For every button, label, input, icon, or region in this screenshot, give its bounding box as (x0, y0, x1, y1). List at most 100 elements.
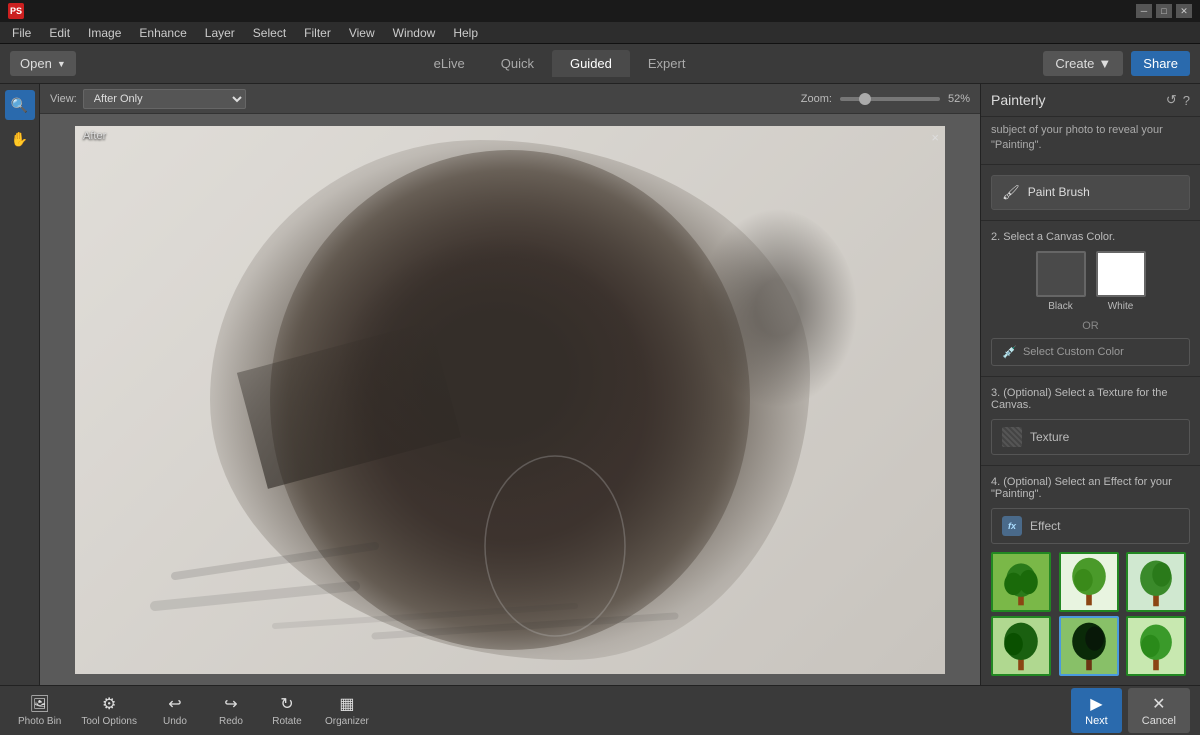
bottom-tools: 🖼 Photo Bin ⚙ Tool Options ↩ Undo ↪ Redo… (10, 690, 377, 731)
black-color-swatch[interactable] (1036, 251, 1086, 297)
tool-options-label: Tool Options (81, 716, 137, 727)
share-button[interactable]: Share (1131, 51, 1190, 76)
rotate-button[interactable]: ↻ Rotate (261, 690, 313, 731)
panel-description: subject of your photo to reveal your "Pa… (981, 117, 1200, 165)
panel-refresh-icon[interactable]: ↺ (1166, 92, 1177, 108)
color-swatches: Black White (991, 251, 1190, 312)
canvas-top-bar: View: After Only Before Only Before & Af… (40, 84, 980, 114)
texture-button[interactable]: Texture (991, 419, 1190, 455)
undo-label: Undo (163, 716, 187, 727)
texture-icon (1002, 427, 1022, 447)
photo-bin-icon: 🖼 (30, 694, 50, 714)
next-icon: ▶ (1090, 694, 1102, 714)
custom-color-label: Select Custom Color (1023, 346, 1124, 358)
white-color-swatch[interactable] (1096, 251, 1146, 297)
texture-section: 3. (Optional) Select a Texture for the C… (981, 377, 1200, 466)
effect-thumbnails (991, 552, 1190, 676)
zoom-wrap: Zoom: 52% (801, 93, 970, 105)
menu-bar: File Edit Image Enhance Layer Select Fil… (0, 22, 1200, 44)
canvas-close-icon[interactable]: × (931, 130, 939, 145)
menu-window[interactable]: Window (385, 24, 444, 42)
organizer-icon: ▦ (339, 694, 354, 714)
tab-guided[interactable]: Guided (552, 50, 630, 77)
tree-svg-2 (1061, 554, 1117, 610)
black-label: Black (1048, 301, 1072, 312)
zoom-slider[interactable] (840, 97, 940, 101)
view-select[interactable]: After Only Before Only Before & After (H… (83, 89, 246, 109)
menu-enhance[interactable]: Enhance (131, 24, 194, 42)
photo-bin-button[interactable]: 🖼 Photo Bin (10, 690, 69, 731)
effect-thumb-1[interactable] (991, 552, 1051, 612)
eyedropper-icon: 💉 (1002, 345, 1017, 359)
effect-thumb-2[interactable] (1059, 552, 1119, 612)
redo-icon: ↪ (224, 694, 237, 714)
minimize-button[interactable]: ─ (1136, 4, 1152, 18)
view-label: View: (50, 93, 77, 105)
maximize-button[interactable]: □ (1156, 4, 1172, 18)
toolbar-right: Create ▼ Share (1043, 51, 1190, 76)
panel-help-icon[interactable]: ? (1183, 93, 1190, 108)
paint-brush-button[interactable]: 🖌 Paint Brush (991, 175, 1190, 210)
tree-svg-3 (1128, 554, 1184, 610)
effect-thumb-3[interactable] (1126, 552, 1186, 612)
canvas-wrap: After × (40, 114, 980, 685)
effect-thumb-4[interactable] (991, 616, 1051, 676)
effect-thumb-6[interactable] (1126, 616, 1186, 676)
view-select-wrap: View: After Only Before Only Before & Af… (50, 89, 246, 109)
tab-expert[interactable]: Expert (630, 50, 704, 77)
next-label: Next (1085, 715, 1108, 727)
texture-label: Texture (1030, 430, 1069, 444)
tab-elive[interactable]: eLive (416, 50, 483, 77)
menu-select[interactable]: Select (245, 24, 294, 42)
effect-button[interactable]: fx Effect (991, 508, 1190, 544)
share-label: Share (1143, 56, 1178, 71)
tool-options-button[interactable]: ⚙ Tool Options (73, 690, 145, 731)
main-layout: 🔍 ✋ View: After Only Before Only Before … (0, 84, 1200, 685)
panel-icons: ↺ ? (1166, 92, 1190, 108)
create-button[interactable]: Create ▼ (1043, 51, 1123, 76)
menu-edit[interactable]: Edit (41, 24, 78, 42)
close-button[interactable]: ✕ (1176, 4, 1192, 18)
cancel-label: Cancel (1142, 715, 1176, 727)
redo-label: Redo (219, 716, 243, 727)
create-label: Create (1055, 56, 1094, 71)
bottom-actions: ▶ Next ✕ Cancel (1071, 688, 1190, 733)
tree-svg-4 (993, 618, 1049, 674)
next-button[interactable]: ▶ Next (1071, 688, 1122, 733)
effect-label: Effect (1030, 519, 1060, 533)
paint-brush-icon: 🖌 (1002, 184, 1020, 201)
menu-help[interactable]: Help (445, 24, 486, 42)
tab-quick[interactable]: Quick (483, 50, 552, 77)
texture-title: 3. (Optional) Select a Texture for the C… (991, 387, 1190, 411)
panel-title: Painterly (991, 92, 1045, 108)
zoom-label: Zoom: (801, 93, 832, 105)
zoom-tool[interactable]: 🔍 (5, 90, 35, 120)
open-arrow-icon: ▼ (57, 59, 66, 69)
open-label: Open (20, 56, 52, 71)
open-button[interactable]: Open ▼ (10, 51, 76, 76)
effect-title: 4. (Optional) Select an Effect for your … (991, 476, 1190, 500)
tree-svg-6 (1128, 618, 1184, 674)
hand-tool[interactable]: ✋ (5, 124, 35, 154)
undo-button[interactable]: ↩ Undo (149, 690, 201, 731)
menu-image[interactable]: Image (80, 24, 129, 42)
effect-thumb-5[interactable] (1059, 616, 1119, 676)
cancel-button[interactable]: ✕ Cancel (1128, 688, 1190, 733)
effect-section: 4. (Optional) Select an Effect for your … (981, 466, 1200, 685)
paint-brush-label: Paint Brush (1028, 185, 1090, 199)
canvas-area: View: After Only Before Only Before & Af… (40, 84, 980, 685)
right-panel: Painterly ↺ ? subject of your photo to r… (980, 84, 1200, 685)
menu-file[interactable]: File (4, 24, 39, 42)
canvas-frame: After × (75, 126, 945, 674)
redo-button[interactable]: ↪ Redo (205, 690, 257, 731)
organizer-button[interactable]: ▦ Organizer (317, 690, 377, 731)
canvas-image (75, 126, 945, 674)
menu-filter[interactable]: Filter (296, 24, 339, 42)
top-toolbar: Open ▼ eLive Quick Guided Expert Create … (0, 44, 1200, 84)
custom-color-button[interactable]: 💉 Select Custom Color (991, 338, 1190, 366)
tree-svg-1 (993, 554, 1049, 610)
canvas-frame-label: After (83, 130, 106, 142)
menu-layer[interactable]: Layer (197, 24, 243, 42)
menu-view[interactable]: View (341, 24, 383, 42)
rotate-label: Rotate (272, 716, 301, 727)
